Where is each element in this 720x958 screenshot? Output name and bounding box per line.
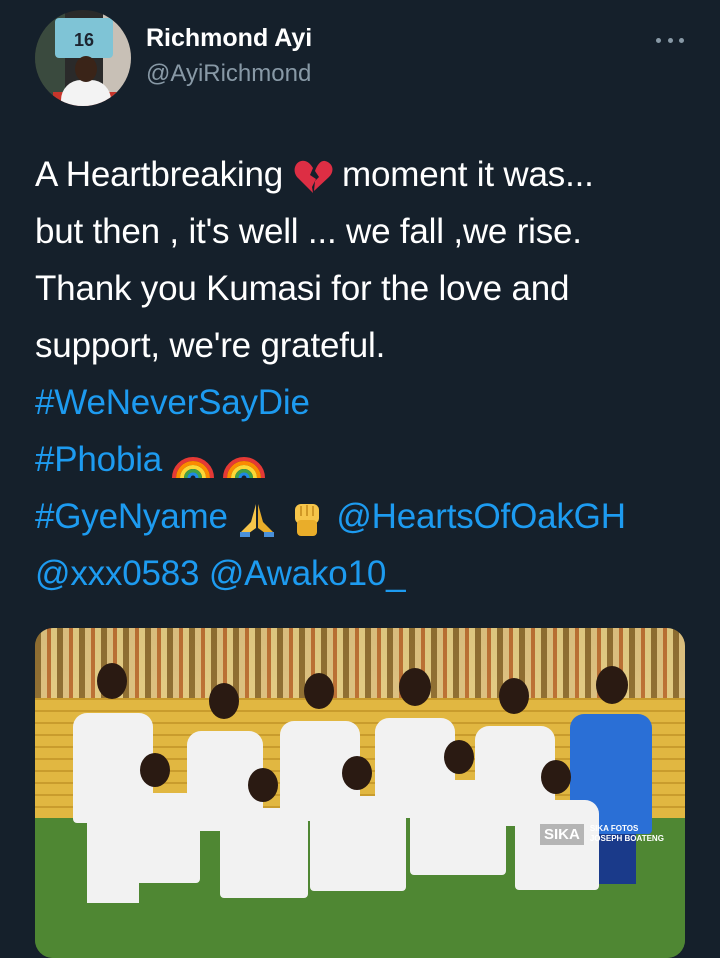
watermark-line-2: JOSEPH BOATENG — [589, 834, 664, 843]
mention-xxx0583[interactable]: @xxx0583 — [35, 554, 199, 593]
photo-player — [220, 768, 308, 958]
tweet-line-2: but then , it's well ... we fall ,we ris… — [35, 212, 582, 251]
folded-hands-icon — [240, 503, 275, 537]
photo-watermark: SIKA SIKA FOTOS JOSEPH BOATENG — [540, 818, 680, 850]
broken-heart-icon — [294, 160, 333, 193]
tweet-text-segment: A Heartbreaking — [35, 155, 293, 194]
mention-awako10[interactable]: @Awako10_ — [209, 554, 406, 593]
tweet-photo[interactable]: SIKA SIKA FOTOS JOSEPH BOATENG — [35, 628, 685, 958]
tweet-line-3: Thank you Kumasi for the love and — [35, 269, 570, 308]
photo-player — [310, 756, 406, 956]
rainbow-icon — [171, 456, 214, 479]
more-options-icon[interactable] — [656, 36, 684, 44]
avatar-jersey: 16 — [55, 18, 113, 58]
tweet-text-segment: moment it was... — [342, 155, 594, 194]
author-handle[interactable]: @AyiRichmond — [146, 60, 311, 88]
photo-player — [410, 740, 506, 950]
tweet-line-1: A Heartbreaking moment it was... — [35, 146, 695, 203]
photo-player — [110, 753, 200, 953]
avatar-head — [75, 56, 97, 82]
tweet-line-7: #GyeNyame @HeartsOfOakGH — [35, 488, 695, 545]
tweet-line-4: support, we're grateful. — [35, 326, 386, 365]
tweet-text: A Heartbreaking moment it was... but the… — [35, 146, 695, 602]
photo-player — [515, 760, 599, 958]
tweet-line-5: #WeNeverSayDie — [35, 374, 695, 431]
raised-fist-icon — [294, 503, 319, 536]
avatar-shirt — [61, 80, 111, 106]
mention-heartsofoakgh[interactable]: @HeartsOfOakGH — [336, 497, 626, 536]
tweet-line-8: @xxx0583 @Awako10_ — [35, 545, 695, 602]
watermark-logo: SIKA — [540, 823, 584, 845]
watermark-credit: SIKA FOTOS JOSEPH BOATENG — [590, 824, 664, 844]
watermark-line-1: SIKA FOTOS — [589, 824, 639, 833]
hashtag-gyenyame[interactable]: #GyeNyame — [35, 497, 228, 536]
author-name[interactable]: Richmond Ayi — [146, 24, 312, 53]
hashtag-weneversaydie[interactable]: #WeNeverSayDie — [35, 383, 310, 422]
tweet-line-6: #Phobia — [35, 431, 695, 488]
rainbow-icon — [223, 456, 266, 479]
hashtag-phobia[interactable]: #Phobia — [35, 440, 162, 479]
avatar[interactable]: 16 — [35, 10, 131, 106]
